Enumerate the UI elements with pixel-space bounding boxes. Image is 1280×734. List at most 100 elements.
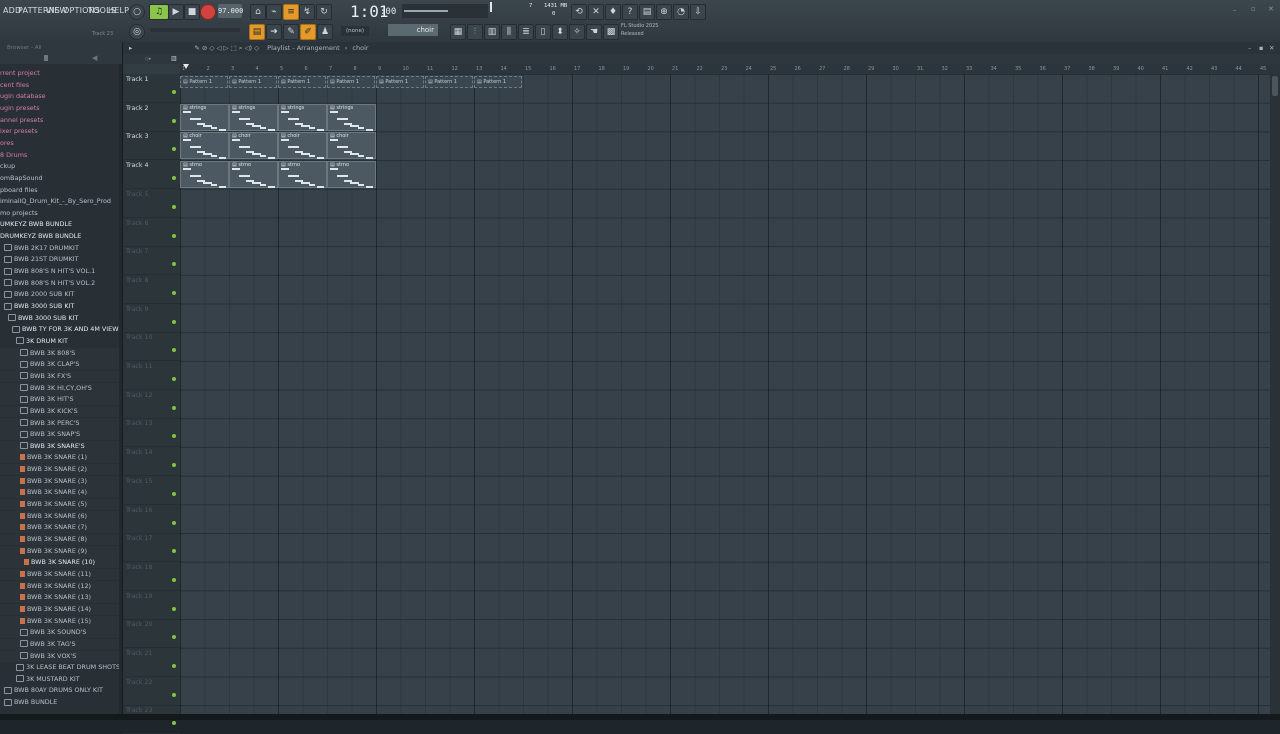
undo-icon[interactable]: ⟲ [571,4,587,20]
browser-file-icon[interactable] [44,55,48,61]
arrow-icon[interactable]: ➜ [266,24,282,40]
track-active-led[interactable] [172,520,176,525]
note-clip[interactable]: ▤ strno [180,161,229,189]
browser-item[interactable]: BWB BUNDLE [0,697,57,708]
master-volume-slider[interactable] [404,10,448,12]
track-active-led[interactable] [172,377,176,381]
browser-item[interactable]: BWB 3K HIT'S [0,394,122,406]
note-clip[interactable]: ▤ choir [229,132,278,160]
track-header[interactable]: Track 8 [123,275,180,304]
playlist-maximize-icon[interactable]: ▪ [1259,42,1263,54]
browser-item[interactable]: BWB 3K HI,CY,OH'S [0,382,122,394]
track-header[interactable]: Track 21 [123,648,180,677]
browser-scrollbar[interactable] [119,64,122,720]
track-header[interactable]: Track 4 [123,160,180,190]
record-button[interactable] [200,4,216,20]
stop-button[interactable]: ■ [184,4,200,20]
track-header[interactable]: Track 18 [123,562,180,591]
track-active-led[interactable] [172,147,176,152]
arrangement-grid[interactable]: ▤ Pattern 1 ▤ Pattern 1 ▤ Pattern 1 ▤ Patte… [180,74,1270,720]
browser-item[interactable]: BWB 3K SNARE (7) [0,522,122,534]
microphone-icon[interactable]: ♦ [605,4,621,20]
pattern-clip[interactable]: ▤ Pattern 1 [278,76,326,88]
note-clip[interactable]: ▤ strings [278,103,327,131]
track-header[interactable]: Track 16 [123,505,180,534]
pattern-clip[interactable]: ▤ Pattern 1 [376,76,424,88]
track-header[interactable]: Track 3 [123,131,180,161]
loop-record-icon[interactable]: ↻ [316,4,332,20]
piano-roll-icon[interactable]: ▥ [484,24,500,40]
pencil-icon[interactable]: ✐ [300,24,316,40]
browser-item[interactable]: ugin presets [0,103,40,114]
track-header[interactable]: Track 19 [123,591,180,620]
browser-item[interactable]: BWB 3K SNARE (12) [0,580,122,592]
playlist-icon[interactable]: ▤ [249,24,265,40]
note-clip[interactable]: ▤ choir [278,132,327,160]
browser-item[interactable]: UMKEYZ BWB BUNDLE [0,219,72,230]
browser-item[interactable]: BWB 3K SNARE (6) [0,510,122,522]
browser-item[interactable]: ixer presets [0,126,38,137]
channel-rack-icon[interactable]: ▦ [450,24,466,40]
note-clip[interactable]: ▤ strings [180,103,229,131]
playlist-pattern-picker-icon[interactable]: ▥ [171,55,177,62]
track-header[interactable]: Track 7 [123,246,180,276]
browser-item[interactable]: 3K DRUM KIT [0,336,68,347]
browser-item[interactable]: BWB 3000 SUB KIT [0,301,74,312]
download-icon[interactable]: ⇩ [690,4,706,20]
track-active-led[interactable] [172,434,176,439]
track-header[interactable]: Track 2 [123,103,180,132]
metronome-icon[interactable]: ⌂ [250,4,266,20]
browser-item[interactable]: pboard files [0,185,38,196]
brush-icon[interactable]: ✎ [283,24,299,40]
pattern-clip[interactable]: ▤ Pattern 1 [180,76,228,88]
keyboard-icon[interactable]: ▩ [603,24,619,40]
track-header[interactable]: Track 5 [123,189,180,218]
track-active-led[interactable] [172,262,176,267]
maximize-icon[interactable]: ▫ [1251,5,1256,13]
track-active-led[interactable] [172,463,176,468]
minimize-icon[interactable]: – [1233,6,1237,14]
track-header[interactable]: Track 9 [123,304,180,333]
note-clip[interactable]: ▤ choir [327,132,376,160]
browser-item[interactable]: BWB TY FOR 3K AND 4M VIEWS! [0,324,122,335]
track-header[interactable]: Track 22 [123,677,180,706]
track-header[interactable]: Track 1 [123,74,180,103]
save-icon[interactable]: ▤ [639,4,655,20]
browser-item[interactable]: BWB 3K FX'S [0,370,122,382]
browser-item[interactable]: BWB 3K 808'S [0,347,122,359]
browser-item[interactable]: BWB 3K SNARE (13) [0,592,122,604]
track-active-led[interactable] [172,118,176,123]
track-header[interactable]: Track 14 [123,447,180,477]
track-active-led[interactable] [172,319,176,324]
browser-item[interactable]: 8 Drums [0,150,27,161]
mixer-icon[interactable]: ✕ [588,4,604,20]
blend-notes-icon[interactable]: ↯ [299,4,315,20]
track-active-led[interactable] [172,405,176,410]
track-active-led[interactable] [172,577,176,582]
browser-item[interactable]: DRUMKEYZ BWB BUNDLE [0,231,81,242]
browser-back-icon[interactable]: ◀ [92,54,97,62]
playlist-minimize-icon[interactable]: – [1248,42,1251,54]
snap-circle-icon[interactable]: ◎ [129,24,145,40]
browser-item[interactable]: BWB 3K SOUND'S [0,627,122,639]
track-active-led[interactable] [172,348,176,353]
browser-item[interactable]: BWB 3K VOX'S [0,650,122,662]
playback-circle-icon[interactable]: ○ [129,4,145,20]
browser-item[interactable]: BWB 3K KICK'S [0,405,122,417]
browser-item[interactable]: annel presets [0,115,43,126]
browser-item[interactable]: BWB 3K SNARE (10) [0,557,122,569]
pattern-selector-label[interactable]: (none) [341,26,369,36]
browser-item[interactable]: 3K LEASE BEAT DRUM SHOTS [0,662,120,673]
tempo-display[interactable]: 97.000 [218,4,243,18]
browser-item[interactable]: omBapSound [0,173,43,184]
help-icon[interactable]: ? [622,4,638,20]
track-active-led[interactable] [172,290,176,295]
plugin-icon[interactable]: ⊕ [656,4,672,20]
playlist-scrollbar[interactable] [1270,74,1280,720]
plugin-picker-icon[interactable]: ✧ [569,24,585,40]
track-active-led[interactable] [172,635,176,640]
track-header[interactable]: Track 10 [123,332,180,362]
wait-record-icon[interactable]: ⌁ [266,4,282,20]
browser-item[interactable]: ores [0,138,14,149]
browser-item[interactable]: BWB 808'S N HIT'S VOL.2 [0,278,95,289]
